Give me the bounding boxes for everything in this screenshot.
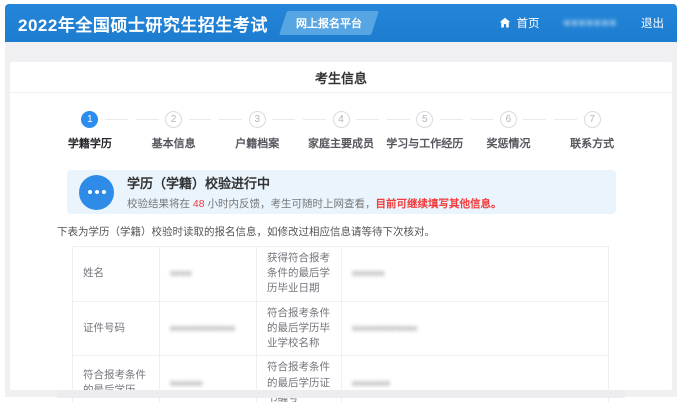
notice-subtitle: 校验结果将在 48 小时内反馈，考生可随时上网查看，目前可继续填写其他信息。: [127, 196, 502, 211]
field-value-name: ●●●●: [159, 246, 257, 302]
field-label-school-name: 符合报考条件的最后学历毕业学校名称: [256, 300, 342, 357]
step-label: 基本信息: [151, 138, 196, 150]
step-circle: 4: [332, 111, 350, 128]
username-text: ●●●●●●●: [563, 17, 617, 29]
field-label-name: 姓名: [72, 246, 160, 302]
field-value-grad-date: ●●●●●●: [341, 246, 609, 302]
step-label: 家庭主要成员: [308, 138, 375, 150]
candidate-info-card: 考生信息 1 学籍学历 2 基本信息 3 户籍档案 4 家庭主要成员 5 学习与…: [10, 62, 672, 402]
card-title-bar: 考生信息: [10, 62, 672, 93]
step-circle: 6: [499, 111, 517, 128]
field-value-id-number: ●●●●●●●●●●●●: [159, 300, 257, 357]
top-header-bar: 2022年全国硕士研究生招生考试 网上报名平台 首页 ●●●●●●● 退出: [5, 4, 677, 42]
ellipsis-icon: [79, 174, 114, 210]
step-label: 户籍档案: [235, 138, 280, 150]
home-icon: [500, 17, 511, 28]
app-window: 2022年全国硕士研究生招生考试 网上报名平台 首页 ●●●●●●● 退出 考生…: [0, 0, 682, 402]
step-xuexi-gongzuo[interactable]: 5 学习与工作经历: [383, 111, 467, 151]
step-circle: 5: [416, 111, 434, 128]
table-note: 下表为学历（学籍）校验时读取的报名信息，如修改过相应信息请等待下次核对。: [57, 226, 435, 238]
step-circle: 2: [165, 111, 183, 128]
page-title: 考生信息: [314, 70, 367, 86]
app-title: 2022年全国硕士研究生招生考试: [18, 15, 268, 35]
next-section-bar: [57, 390, 625, 398]
step-jiangcheng-qingkuang[interactable]: 6 奖惩情况: [467, 111, 551, 151]
platform-badge-label: 网上报名平台: [295, 18, 362, 30]
step-label: 学籍学历: [67, 138, 112, 150]
step-label: 联系方式: [570, 138, 615, 150]
candidate-info-table: 姓名 ●●●● 获得符合报考条件的最后学历毕业日期 ●●●●●● 证件号码 ●●…: [72, 246, 609, 402]
notice-highlight: 目前可继续填写其他信息。: [375, 198, 502, 210]
notice-hours: 48: [192, 198, 205, 210]
notice-title: 学历（学籍）校验进行中: [127, 176, 271, 191]
step-wizard: 1 学籍学历 2 基本信息 3 户籍档案 4 家庭主要成员 5 学习与工作经历 …: [10, 111, 672, 151]
step-label: 学习与工作经历: [386, 138, 464, 150]
logout-link[interactable]: 退出: [641, 15, 664, 31]
notice-text: 学历（学籍）校验进行中 校验结果将在 48 小时内反馈，考生可随时上网查看，目前…: [127, 173, 502, 211]
step-label: 奖惩情况: [486, 138, 531, 150]
field-value-school-name: ●●●●●●●●●●●●: [341, 300, 609, 357]
table-row: 证件号码 ●●●●●●●●●●●● 符合报考条件的最后学历毕业学校名称 ●●●●…: [72, 300, 609, 357]
verification-notice: 学历（学籍）校验进行中 校验结果将在 48 小时内反馈，考生可随时上网查看，目前…: [67, 170, 616, 214]
notice-sub-part: 校验结果将在: [127, 198, 193, 210]
step-huji-dangan[interactable]: 3 户籍档案: [215, 111, 299, 151]
nav-home-link[interactable]: 首页: [516, 15, 539, 31]
step-lianxi-fangshi[interactable]: 7 联系方式: [550, 111, 634, 151]
platform-badge: 网上报名平台: [278, 11, 379, 35]
table-row: 姓名 ●●●● 获得符合报考条件的最后学历毕业日期 ●●●●●●: [72, 246, 609, 302]
step-circle: 7: [583, 111, 601, 128]
step-jiating-chengyuan[interactable]: 4 家庭主要成员: [299, 111, 383, 151]
header-nav: 首页 ●●●●●●● 退出: [499, 15, 664, 31]
field-label-grad-date: 获得符合报考条件的最后学历毕业日期: [256, 246, 342, 302]
step-jiben-xinxi[interactable]: 2 基本信息: [132, 111, 216, 151]
notice-sub-part: 小时内反馈，考生可随时上网查看，: [204, 198, 376, 210]
field-label-id-number: 证件号码: [72, 300, 160, 357]
step-circle: 3: [248, 111, 266, 128]
step-circle: 1: [81, 111, 99, 128]
step-xueji-xueli[interactable]: 1 学籍学历: [48, 111, 132, 151]
